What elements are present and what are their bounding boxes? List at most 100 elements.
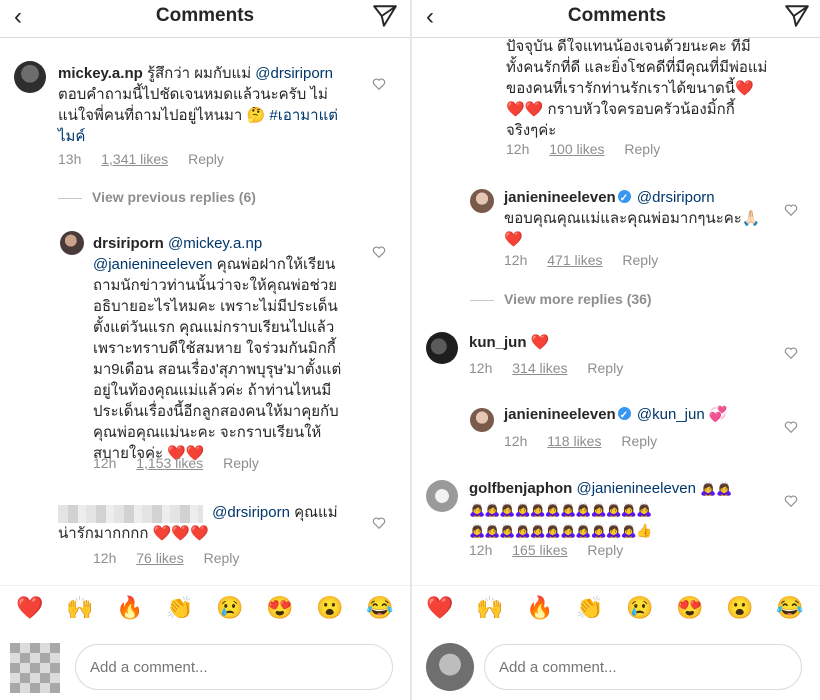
comment-username[interactable]: janienineeleven xyxy=(504,189,616,206)
mention-link[interactable]: @drsiriporn xyxy=(255,65,333,82)
comment-input[interactable] xyxy=(484,644,802,690)
comment-username[interactable]: janienineeleven xyxy=(504,406,616,423)
reaction-clap[interactable]: 👏 xyxy=(165,594,195,622)
mention-link[interactable]: @mickey.a.np xyxy=(168,235,262,252)
likes-count[interactable]: 1,153 likes xyxy=(136,455,203,471)
reaction-fire[interactable]: 🔥 xyxy=(525,594,555,622)
avatar[interactable] xyxy=(426,332,458,364)
likes-count[interactable]: 314 likes xyxy=(512,360,567,376)
comment-meta: 12h 314 likes Reply xyxy=(469,360,639,376)
like-heart-icon[interactable] xyxy=(372,245,386,259)
reaction-fire[interactable]: 🔥 xyxy=(115,594,145,622)
comments-panel-right: ‹ Comments ปัจจุบัน ดีใจแทนน้องเจนด้วยนะ… xyxy=(412,0,820,700)
comment-time: 12h xyxy=(469,542,493,558)
reaction-cry[interactable]: 😢 xyxy=(625,594,655,622)
comment-text: ❤️ xyxy=(530,334,550,351)
reaction-wow[interactable]: 😮 xyxy=(725,594,755,622)
comment-input[interactable] xyxy=(75,644,393,690)
reaction-heart-eyes[interactable]: 😍 xyxy=(675,594,705,622)
comment-text: ตั้งแต่วันแรก คุณแม่กราบเรียนไปแล้ว xyxy=(93,319,335,336)
send-icon[interactable] xyxy=(372,3,398,29)
header: ‹ Comments xyxy=(0,0,410,38)
reaction-wow[interactable]: 😮 xyxy=(315,594,345,622)
likes-count[interactable]: 165 likes xyxy=(512,542,567,558)
avatar[interactable] xyxy=(470,189,494,213)
reaction-raised-hands[interactable]: 🙌 xyxy=(475,594,505,622)
view-more-replies[interactable]: View more replies (36) xyxy=(470,291,652,307)
mention-link[interactable]: @drsiriporn xyxy=(212,504,290,521)
comment-text: จริงๆค่ะ xyxy=(506,122,557,139)
hashtag-link[interactable]: #เอามาแต่ xyxy=(269,107,338,124)
comment-text: มา9เดือน สอนเรื่อง'สุภาพบุรุษ'มาตั้งแต่ xyxy=(93,361,342,378)
comment-text: 🙇‍♀️🙇‍♀️🙇‍♀️🙇‍♀️🙇‍♀️🙇‍♀️🙇‍♀️🙇‍♀️🙇‍♀️🙇‍♀️… xyxy=(469,502,652,517)
likes-count[interactable]: 471 likes xyxy=(547,252,602,268)
likes-count[interactable]: 1,341 likes xyxy=(101,151,168,167)
comment-text: ตอบคำถามนี้ไปชัดเจนหมดแล้วนะครับ ไม่ xyxy=(58,86,328,103)
like-heart-icon[interactable] xyxy=(784,420,798,434)
comment-text: แน่ใจพี่คนที่ถามไปอยู่ไหนมา 🤔 xyxy=(58,107,266,124)
comment-meta: 12h 1,153 likes Reply xyxy=(93,455,275,471)
avatar[interactable] xyxy=(14,61,46,93)
reply-button[interactable]: Reply xyxy=(621,433,657,449)
reply-drsiriporn: drsiriporn @mickey.a.np @janienineeleven… xyxy=(0,225,410,475)
reaction-joy[interactable]: 😂 xyxy=(775,594,805,622)
reply-janienineeleven: janienineeleven @drsiriporn ขอบคุณคุณแม่… xyxy=(412,183,820,273)
comment-text: อธิบายอะไรไหมคะ เพราะไม่มีประเด็น xyxy=(93,298,338,315)
reply-janienineeleven-2: janienineeleven @kun_jun 💞 12h 118 likes… xyxy=(412,402,820,457)
reply-button[interactable]: Reply xyxy=(622,252,658,268)
like-heart-icon[interactable] xyxy=(784,203,798,217)
comment-username[interactable]: kun_jun xyxy=(469,334,527,351)
comment-username[interactable]: drsiriporn xyxy=(93,235,164,252)
likes-count[interactable]: 100 likes xyxy=(549,141,604,157)
reply-button[interactable]: Reply xyxy=(587,542,623,558)
mention-link[interactable]: @janienineeleven xyxy=(93,256,212,273)
like-heart-icon[interactable] xyxy=(372,516,386,530)
page-title: Comments xyxy=(567,5,667,26)
like-heart-icon[interactable] xyxy=(784,346,798,360)
hashtag-link[interactable]: ไมค์ xyxy=(58,128,85,145)
mention-link[interactable]: @janienineeleven xyxy=(577,480,696,497)
quick-reactions-bar: ❤️ 🙌 🔥 👏 😢 😍 😮 😂 xyxy=(412,585,820,631)
reaction-cry[interactable]: 😢 xyxy=(215,594,245,622)
comment-time: 13h xyxy=(58,151,82,167)
reaction-heart-eyes[interactable]: 😍 xyxy=(265,594,295,622)
reaction-heart[interactable]: ❤️ xyxy=(425,594,455,622)
comment-text: ❤️❤️ กราบหัวใจครอบครัวน้องมิ้กกี้ xyxy=(506,101,735,118)
header: ‹ Comments xyxy=(412,0,820,38)
view-previous-replies[interactable]: View previous replies (6) xyxy=(58,189,256,205)
comment-username[interactable]: golfbenjaphon xyxy=(469,480,572,497)
comment-text: ถามนักข่าวท่านนั้นว่าจะให้คุณพ่อช่วย xyxy=(93,277,338,294)
likes-count[interactable]: 118 likes xyxy=(547,433,601,449)
comment-text: 💞 xyxy=(708,406,728,423)
comment-text: อยู่ในท้องคุณแม่แล้วค่ะ ถ้าท่านไหนมี xyxy=(93,382,332,399)
reaction-clap[interactable]: 👏 xyxy=(575,594,605,622)
comment-composer xyxy=(412,635,820,700)
quick-reactions-bar: ❤️ 🙌 🔥 👏 😢 😍 😮 😂 xyxy=(0,585,410,631)
comment-username[interactable]: mickey.a.np xyxy=(58,65,143,82)
mention-link[interactable]: @kun_jun xyxy=(637,406,705,423)
reaction-heart[interactable]: ❤️ xyxy=(15,594,45,622)
reply-button[interactable]: Reply xyxy=(624,141,660,157)
comment-golfbenjaphon: golfbenjaphon @janienineeleven 🙇‍♀️🙇‍♀️ … xyxy=(412,476,820,571)
comment-text: ❤️ xyxy=(504,231,523,248)
comment-composer xyxy=(0,635,410,700)
reply-button[interactable]: Reply xyxy=(587,360,623,376)
comment-meta: 12h 118 likes Reply xyxy=(504,433,673,449)
reaction-raised-hands[interactable]: 🙌 xyxy=(65,594,95,622)
comment-continued: ปัจจุบัน ดีใจแทนน้องเจนด้วยนะคะ ที่มี ทั… xyxy=(412,36,820,166)
avatar[interactable] xyxy=(426,480,458,512)
reply-button[interactable]: Reply xyxy=(188,151,224,167)
reaction-joy[interactable]: 😂 xyxy=(365,594,395,622)
comment-text: 🙇‍♀️🙇‍♀️🙇‍♀️🙇‍♀️🙇‍♀️🙇‍♀️🙇‍♀️🙇‍♀️🙇‍♀️🙇‍♀️… xyxy=(469,523,652,538)
comment-meta: 12h 100 likes Reply xyxy=(506,141,676,157)
send-icon[interactable] xyxy=(784,3,810,29)
comment-kun-jun: kun_jun ❤️ 12h 314 likes Reply xyxy=(412,328,820,383)
mention-link[interactable]: @drsiriporn xyxy=(637,189,715,206)
likes-count[interactable]: 76 likes xyxy=(136,550,183,566)
like-heart-icon[interactable] xyxy=(784,494,798,508)
like-heart-icon[interactable] xyxy=(372,77,386,91)
avatar[interactable] xyxy=(470,408,494,432)
reply-button[interactable]: Reply xyxy=(223,455,259,471)
reply-button[interactable]: Reply xyxy=(204,550,240,566)
avatar[interactable] xyxy=(60,231,84,255)
